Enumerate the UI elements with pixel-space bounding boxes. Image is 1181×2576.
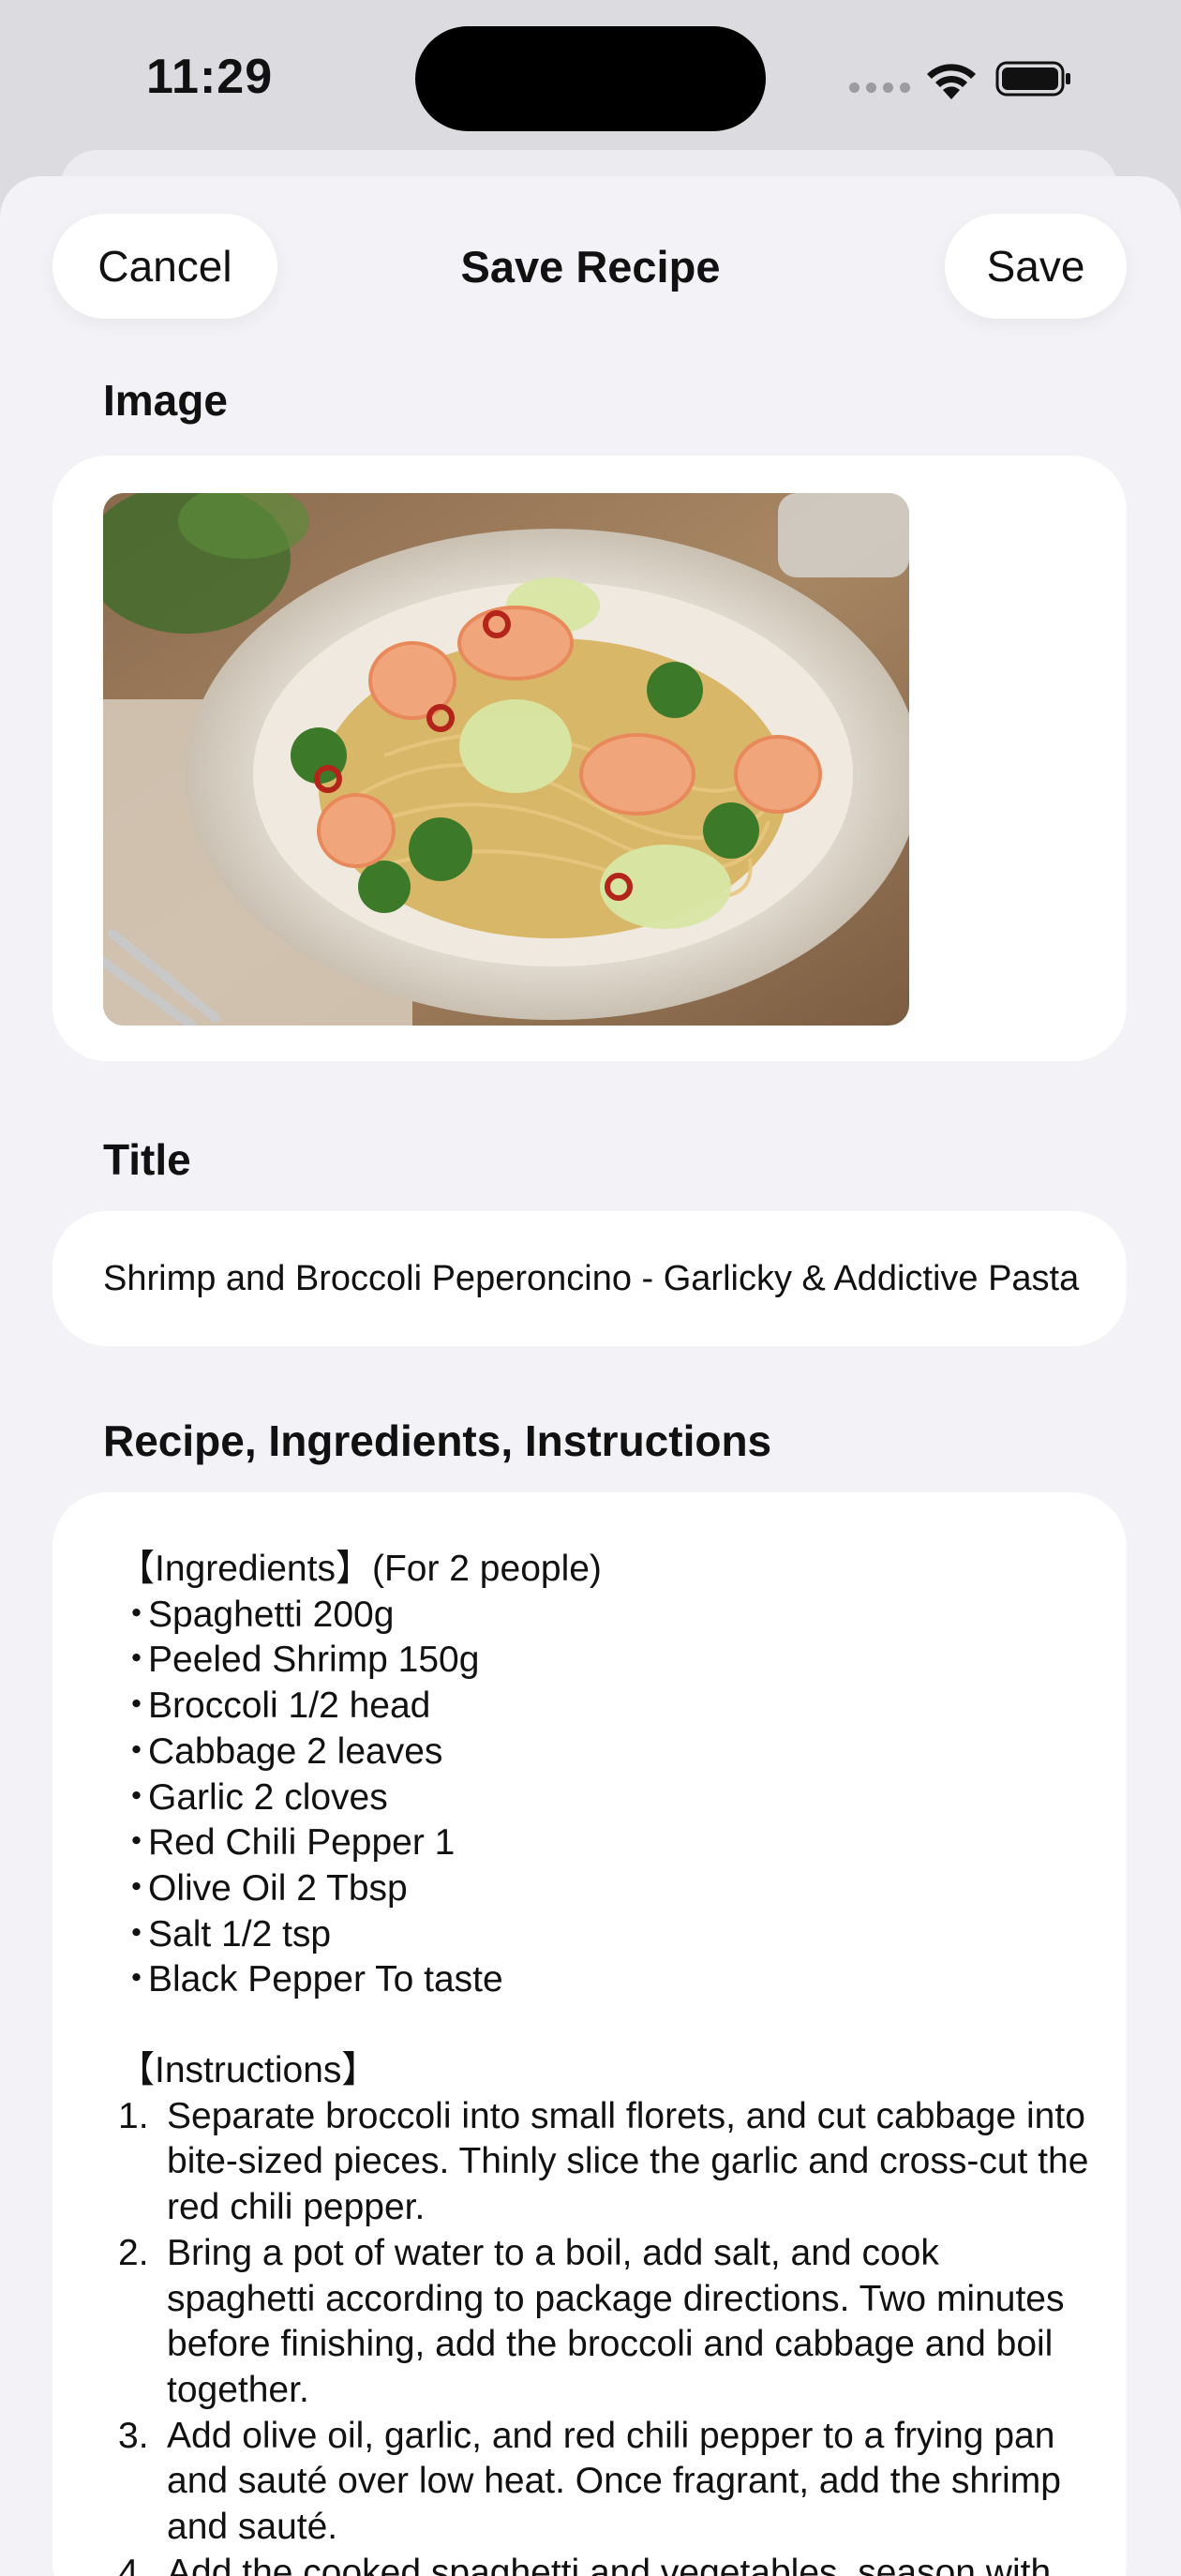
- image-section-label: Image: [103, 376, 228, 425]
- step-number: 1.: [118, 2095, 149, 2136]
- recipe-text-area[interactable]: 【Ingredients】(For 2 people) ・ Spaghetti 2…: [52, 1492, 1127, 2576]
- instructions-heading: 【Instructions】: [118, 2050, 379, 2091]
- step-number: 3.: [118, 2415, 149, 2456]
- step-number: 4.: [118, 2552, 149, 2576]
- ingredient-text: Spaghetti 200g: [148, 1594, 395, 1635]
- ingredient-item: ・ Black Pepper To taste: [118, 1957, 1089, 2003]
- pasta-photo-image: [103, 493, 909, 1026]
- status-time: 11:29: [146, 50, 274, 104]
- title-field[interactable]: Shrimp and Broccoli Peperoncino - Garlic…: [52, 1211, 1127, 1346]
- battery-icon: [995, 61, 1070, 97]
- ingredient-item: ・ Salt 1/2 tsp: [118, 1912, 1089, 1958]
- dynamic-island: [415, 26, 766, 131]
- ingredients-list: ・ Spaghetti 200g ・ Peeled Shrimp 150g ・ Brocc…: [118, 1593, 1089, 2003]
- recipe-text: 【Ingredients】(For 2 people) ・ Spaghetti 2…: [118, 1547, 1089, 2576]
- bullet: ・: [118, 1640, 156, 1681]
- bullet: ・: [118, 1594, 156, 1635]
- cellular-signal-icon: [849, 82, 910, 93]
- save-recipe-sheet: Save Recipe Cancel Save Image Title Shri…: [0, 176, 1181, 2576]
- step-text: Bring a pot of water to a boil, add salt…: [167, 2232, 1065, 2410]
- ingredient-text: Red Chili Pepper 1: [148, 1822, 456, 1864]
- title-value: Shrimp and Broccoli Peperoncino - Garlic…: [103, 1258, 1080, 1298]
- bullet: ・: [118, 1867, 156, 1909]
- cancel-button[interactable]: Cancel: [52, 214, 277, 319]
- ingredient-text: Salt 1/2 tsp: [148, 1913, 332, 1954]
- ingredient-item: ・ Broccoli 1/2 head: [118, 1684, 1089, 1730]
- ingredient-text: Broccoli 1/2 head: [148, 1685, 431, 1727]
- ingredient-text: Cabbage 2 leaves: [148, 1730, 443, 1772]
- ingredient-item: ・ Peeled Shrimp 150g: [118, 1638, 1089, 1684]
- ingredient-item: ・ Red Chili Pepper 1: [118, 1820, 1089, 1866]
- wifi-icon: [927, 64, 976, 99]
- step-text: Add the cooked spaghetti and vegetables,…: [167, 2552, 1052, 2576]
- ingredients-heading: 【Ingredients】(For 2 people): [118, 1549, 602, 1589]
- ingredient-item: ・ Cabbage 2 leaves: [118, 1730, 1089, 1775]
- ingredient-item: ・ Garlic 2 cloves: [118, 1775, 1089, 1821]
- bullet: ・: [118, 1776, 156, 1818]
- ingredient-text: Peeled Shrimp 150g: [148, 1640, 480, 1681]
- instruction-step: 3. Add olive oil, garlic, and red chili p…: [118, 2414, 1089, 2551]
- step-number: 2.: [118, 2232, 149, 2273]
- title-section-label: Title: [103, 1135, 191, 1184]
- bullet: ・: [118, 1913, 156, 1954]
- ingredient-text: Garlic 2 cloves: [148, 1776, 388, 1818]
- bullet: ・: [118, 1959, 156, 2000]
- bullet: ・: [118, 1822, 156, 1864]
- bullet: ・: [118, 1730, 156, 1772]
- instruction-step: 1. Separate broccoli into small florets, …: [118, 2094, 1089, 2231]
- instructions-list: 1. Separate broccoli into small florets, …: [118, 2094, 1089, 2576]
- ingredient-item: ・ Olive Oil 2 Tbsp: [118, 1866, 1089, 1912]
- instruction-step: 2. Bring a pot of water to a boil, add sa…: [118, 2231, 1089, 2414]
- step-text: Separate broccoli into small florets, an…: [167, 2095, 1089, 2228]
- bullet: ・: [118, 1685, 156, 1727]
- recipe-section-label: Recipe, Ingredients, Instructions: [103, 1416, 772, 1465]
- step-text: Add olive oil, garlic, and red chili pep…: [167, 2415, 1061, 2548]
- ingredient-item: ・ Spaghetti 200g: [118, 1593, 1089, 1639]
- instruction-step: 4. Add the cooked spaghetti and vegetable…: [118, 2551, 1089, 2576]
- ingredient-text: Black Pepper To taste: [148, 1959, 503, 2000]
- save-button[interactable]: Save: [945, 214, 1127, 319]
- recipe-photo[interactable]: [103, 493, 909, 1026]
- ingredient-text: Olive Oil 2 Tbsp: [148, 1867, 408, 1909]
- status-bar: 11:29: [0, 0, 1181, 159]
